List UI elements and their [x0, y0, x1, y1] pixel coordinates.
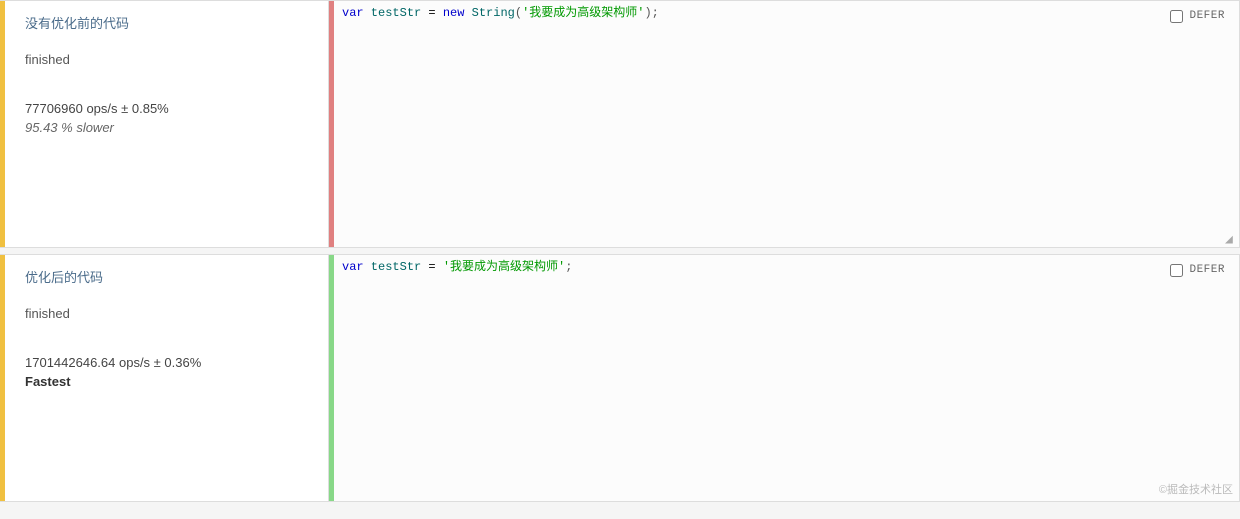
identifier: testStr	[364, 260, 429, 274]
defer-checkbox[interactable]	[1170, 264, 1183, 277]
watermark-text: ©掘金技术社区	[1159, 481, 1233, 497]
space	[436, 260, 443, 274]
test-status: finished	[25, 52, 312, 67]
defer-label: DEFER	[1189, 9, 1225, 24]
code-panel: var testStr = '我要成为高级架构师'; DEFER	[329, 255, 1239, 501]
test-title: 优化后的代码	[25, 267, 312, 286]
identifier: testStr	[364, 6, 429, 20]
resize-handle-icon[interactable]: ◢	[1225, 233, 1237, 245]
keyword-var: var	[342, 260, 364, 274]
defer-label: DEFER	[1189, 263, 1225, 278]
string-literal: '我要成为高级架构师'	[443, 260, 565, 274]
keyword-var: var	[342, 6, 364, 20]
defer-control: DEFER	[1170, 9, 1225, 24]
code-panel: var testStr = new String('我要成为高级架构师'); D…	[329, 1, 1239, 247]
test-status: finished	[25, 306, 312, 321]
string-literal: '我要成为高级架构师'	[522, 6, 644, 20]
result-panel: 优化后的代码 finished 1701442646.64 ops/s ± 0.…	[5, 255, 329, 501]
semicolon: ;	[565, 260, 572, 274]
paren-close: )	[644, 6, 651, 20]
defer-control: DEFER	[1170, 263, 1225, 278]
code-line: var testStr = '我要成为高级架构师';	[342, 259, 1231, 276]
constructor-string: String	[472, 6, 515, 20]
ops-per-second: 77706960 ops/s ± 0.85%	[25, 101, 312, 116]
operator-assign: =	[428, 6, 435, 20]
ops-per-second: 1701442646.64 ops/s ± 0.36%	[25, 355, 312, 370]
keyword-new: new	[436, 6, 472, 20]
paren-open: (	[515, 6, 522, 20]
result-comparison: Fastest	[25, 374, 312, 389]
semicolon: ;	[652, 6, 659, 20]
result-comparison: 95.43 % slower	[25, 120, 312, 135]
test-title: 没有优化前的代码	[25, 13, 312, 32]
operator-assign: =	[428, 260, 435, 274]
code-editor[interactable]: var testStr = '我要成为高级架构师'; DEFER	[334, 255, 1239, 501]
code-editor[interactable]: var testStr = new String('我要成为高级架构师'); D…	[334, 1, 1239, 247]
code-line: var testStr = new String('我要成为高级架构师');	[342, 5, 1231, 22]
defer-checkbox[interactable]	[1170, 10, 1183, 23]
result-panel: 没有优化前的代码 finished 77706960 ops/s ± 0.85%…	[5, 1, 329, 247]
benchmark-row: 没有优化前的代码 finished 77706960 ops/s ± 0.85%…	[0, 0, 1240, 248]
benchmark-row: 优化后的代码 finished 1701442646.64 ops/s ± 0.…	[0, 254, 1240, 502]
